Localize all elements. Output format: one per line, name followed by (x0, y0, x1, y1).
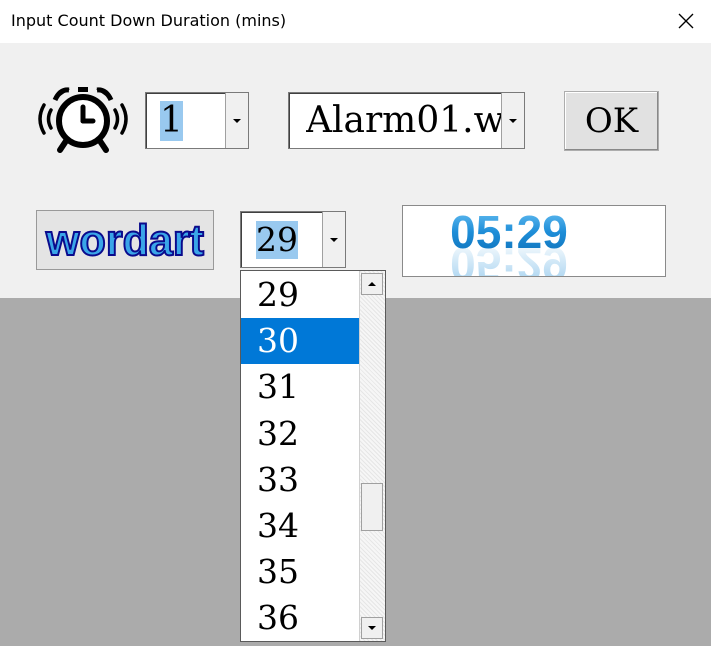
scroll-up-button[interactable] (361, 273, 383, 295)
dropdown-option[interactable]: 30 (241, 318, 361, 365)
chevron-down-icon (509, 118, 517, 123)
chevron-down-icon (330, 237, 338, 242)
close-icon (678, 13, 694, 29)
dropdown-option[interactable]: 36 (241, 595, 361, 641)
wordart-image: wordart (36, 210, 214, 270)
scroll-down-button[interactable] (361, 617, 383, 639)
hours-combo-value: 1 (160, 101, 183, 141)
alarm-clock-icon (38, 87, 128, 153)
minutes-combo-dropdown-button[interactable] (322, 212, 345, 267)
hours-combo-dropdown-button[interactable] (225, 93, 248, 148)
countdown-reflection: 05:29 (450, 238, 568, 276)
dropdown-option[interactable]: 34 (241, 503, 361, 549)
scrollbar-thumb[interactable] (361, 483, 383, 531)
ok-button[interactable]: OK (564, 91, 659, 151)
dropdown-option[interactable]: 31 (241, 364, 361, 410)
sound-file-combo-value: Alarm01.wa (306, 101, 502, 141)
sound-file-combo-dropdown-button[interactable] (501, 93, 524, 148)
countdown-dialog: Input Count Down Duration (mins) 1 Alarm… (0, 0, 711, 298)
minutes-dropdown-list[interactable]: 29 30 31 32 33 34 35 36 (240, 270, 386, 642)
countdown-graphic: 05:29 05:29 (450, 206, 568, 290)
countdown-display: 05:29 05:29 (402, 205, 666, 290)
arrow-up-icon (368, 282, 376, 286)
dropdown-option[interactable]: 35 (241, 549, 361, 595)
minutes-combo-value: 29 (256, 221, 298, 259)
dropdown-option[interactable]: 33 (241, 457, 361, 503)
close-button[interactable] (664, 2, 708, 40)
wordart-graphic: wordart (44, 215, 205, 266)
sound-file-combo[interactable]: Alarm01.wa (288, 92, 525, 149)
dropdown-scrollbar[interactable] (359, 271, 385, 641)
dropdown-option[interactable]: 32 (241, 411, 361, 457)
wordart-text: wordart (45, 216, 204, 265)
hours-combo[interactable]: 1 (145, 92, 249, 149)
chevron-down-icon (233, 118, 241, 123)
dropdown-option[interactable]: 29 (241, 272, 361, 318)
arrow-down-icon (368, 626, 376, 630)
minutes-combo[interactable]: 29 (240, 211, 346, 268)
window-title: Input Count Down Duration (mins) (11, 11, 287, 30)
title-bar: Input Count Down Duration (mins) (0, 0, 711, 43)
